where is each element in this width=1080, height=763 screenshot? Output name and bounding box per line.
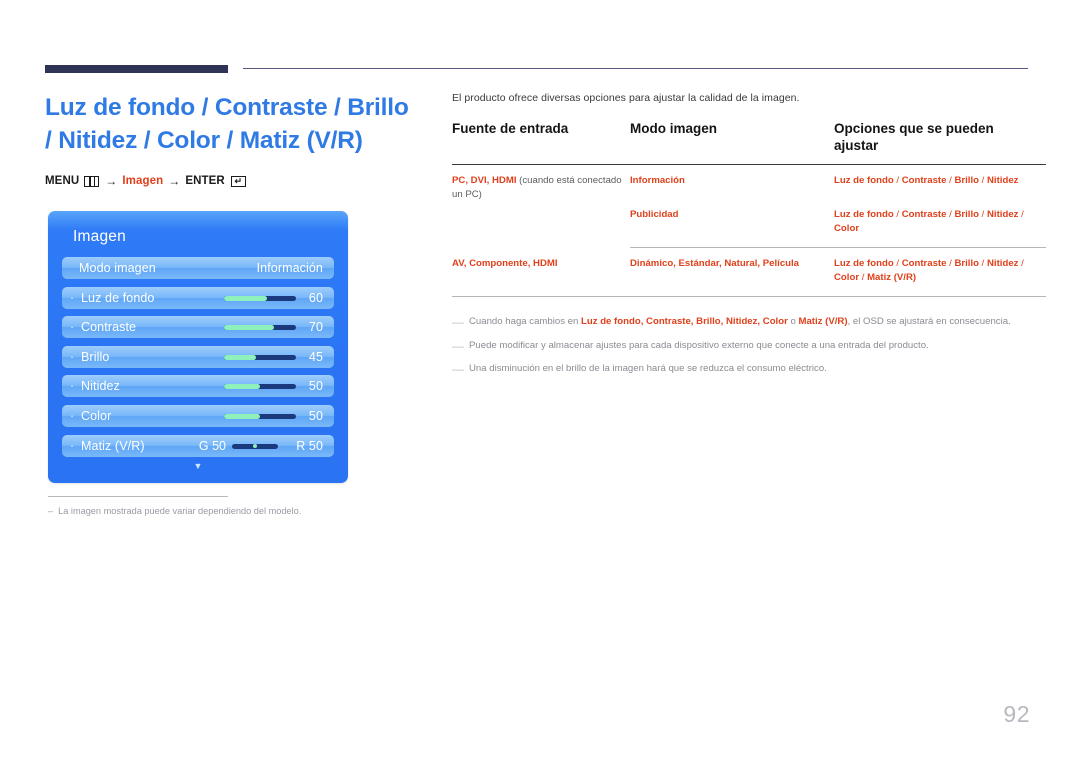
note-text: Una disminución en el brillo de la image… bbox=[469, 363, 827, 375]
notes-list: — Cuando haga cambios en Luz de fondo, C… bbox=[452, 315, 1028, 376]
cell-mode: Información bbox=[630, 164, 834, 199]
column-header-modo-imagen: Modo imagen bbox=[630, 121, 717, 136]
osd-row-label: Modo imagen bbox=[79, 261, 156, 275]
page-title: Luz de fondo / Contraste / Brillo / Niti… bbox=[45, 94, 409, 154]
note-dash: — bbox=[452, 362, 464, 377]
cell-options: Luz de fondo / Contraste / Brillo / Niti… bbox=[834, 198, 1046, 249]
osd-slider-fill bbox=[224, 295, 268, 301]
table-body: PC, DVI, HDMI (cuando está conectado un … bbox=[452, 164, 1046, 298]
footnote-dash: – bbox=[48, 506, 54, 516]
cell-mode: Publicidad bbox=[630, 198, 834, 249]
note-dash: — bbox=[452, 338, 464, 353]
osd-row-color[interactable]: · Color 50 bbox=[62, 404, 334, 427]
osd-slider-fill bbox=[224, 413, 260, 419]
note-terms: Luz de fondo, Contraste, Brillo, Nitidez… bbox=[581, 316, 788, 328]
footnote-rule bbox=[48, 496, 228, 497]
cell-options: Luz de fondo / Contraste / Brillo / Niti… bbox=[834, 247, 1046, 298]
osd-slider-track[interactable] bbox=[224, 413, 296, 419]
osd-row-modo-imagen[interactable]: Modo imagen Información bbox=[62, 257, 334, 279]
note-item: — Cuando haga cambios en Luz de fondo, C… bbox=[452, 315, 1028, 329]
note-mid: o bbox=[787, 316, 799, 328]
header-rule bbox=[45, 65, 1028, 73]
cell-mode-text: Información bbox=[630, 174, 685, 186]
table-row: AV, Componente, HDMI Dinámico, Estándar,… bbox=[452, 247, 1046, 298]
osd-row-label: Nitidez bbox=[81, 379, 120, 394]
cell-source-bold: PC, DVI, HDMI bbox=[452, 174, 517, 186]
note-text: Cuando haga cambios en Luz de fondo, Con… bbox=[469, 315, 1011, 329]
note-term-last: Matiz (V/R) bbox=[798, 316, 848, 328]
menu-label: MENU bbox=[45, 175, 80, 188]
intro-paragraph: El producto ofrece diversas opciones par… bbox=[452, 92, 800, 104]
menu-path-breadcrumb: MENU → Imagen → ENTER ↵ bbox=[45, 174, 415, 188]
osd-slider-fill bbox=[224, 354, 257, 360]
table-header-row: Fuente de entrada Modo imagen Opciones q… bbox=[452, 120, 1046, 165]
note-item: — Una disminución en el brillo de la ima… bbox=[452, 362, 1028, 376]
cell-options: Luz de fondo / Contraste / Brillo / Niti… bbox=[834, 164, 1046, 199]
note-dash: — bbox=[452, 315, 464, 330]
osd-row-contraste[interactable]: · Contraste 70 bbox=[62, 316, 334, 339]
footnote-text: La imagen mostrada puede variar dependie… bbox=[58, 506, 302, 516]
enter-return-icon: ↵ bbox=[230, 175, 246, 187]
cell-mode-text: Dinámico, Estándar, Natural, Película bbox=[630, 258, 800, 270]
cell-source: AV, Componente, HDMI bbox=[452, 247, 630, 298]
osd-row-label: Matiz (V/R) bbox=[81, 438, 145, 453]
left-footnote: – La imagen mostrada puede variar depend… bbox=[48, 496, 378, 518]
menu-grid-icon bbox=[84, 175, 100, 187]
header-rule-thick bbox=[45, 65, 228, 73]
osd-row-green-value: G 50 bbox=[198, 438, 226, 453]
cell-options-text: Luz de fondo / Contraste / Brillo / Niti… bbox=[834, 258, 1024, 284]
column-header-fuente-de-entrada: Fuente de entrada bbox=[452, 121, 569, 136]
osd-slider-fill bbox=[224, 325, 275, 331]
osd-slider-track[interactable] bbox=[224, 295, 296, 301]
osd-dual-slider-track[interactable] bbox=[232, 443, 278, 449]
left-column: Luz de fondo / Contraste / Brillo / Niti… bbox=[45, 92, 415, 188]
osd-row-value: 50 bbox=[308, 379, 323, 394]
osd-row-label: Brillo bbox=[81, 349, 110, 364]
osd-row-value: 45 bbox=[308, 349, 323, 364]
cell-source: PC, DVI, HDMI (cuando está conectado un … bbox=[452, 164, 630, 248]
note-item: — Puede modificar y almacenar ajustes pa… bbox=[452, 339, 1028, 353]
osd-preview-panel: Imagen Modo imagen Información · Luz de … bbox=[48, 211, 348, 483]
osd-row-nitidez[interactable]: · Nitidez 50 bbox=[62, 375, 334, 398]
osd-row-value: 60 bbox=[308, 290, 323, 305]
cell-options-text: Luz de fondo / Contraste / Brillo / Niti… bbox=[834, 174, 1019, 186]
osd-slider-track[interactable] bbox=[224, 354, 296, 360]
osd-slider-track[interactable] bbox=[224, 325, 296, 331]
osd-row-value: Información bbox=[256, 261, 323, 275]
page-number: 92 bbox=[1003, 701, 1030, 727]
osd-title: Imagen bbox=[73, 228, 126, 245]
menu-path-imagen: Imagen bbox=[122, 175, 164, 188]
osd-row-matiz[interactable]: · Matiz (V/R) G 50 R 50 bbox=[62, 434, 334, 457]
cell-source-bold: AV, Componente, HDMI bbox=[452, 257, 558, 269]
chevron-down-icon[interactable]: ▼ bbox=[48, 462, 348, 471]
osd-row-red-value: R 50 bbox=[296, 438, 323, 453]
osd-row-value: 50 bbox=[308, 408, 323, 423]
osd-slider-fill bbox=[224, 384, 260, 390]
note-prefix: Cuando haga cambios en bbox=[469, 316, 582, 328]
adjustable-options-table: Fuente de entrada Modo imagen Opciones q… bbox=[452, 120, 1046, 298]
table-row: PC, DVI, HDMI (cuando está conectado un … bbox=[452, 164, 1046, 200]
osd-row-value: 70 bbox=[308, 320, 323, 335]
note-text: Puede modificar y almacenar ajustes para… bbox=[469, 339, 929, 351]
osd-row-label: Luz de fondo bbox=[81, 290, 155, 305]
osd-row-label: Contraste bbox=[81, 320, 137, 335]
right-column: El producto ofrece diversas opciones par… bbox=[452, 92, 1046, 386]
table-head: Fuente de entrada Modo imagen Opciones q… bbox=[452, 120, 1046, 165]
cell-mode: Dinámico, Estándar, Natural, Película bbox=[630, 247, 834, 298]
osd-row-brillo[interactable]: · Brillo 45 bbox=[62, 345, 334, 368]
osd-row-list: Modo imagen Información · Luz de fondo 6… bbox=[62, 257, 334, 464]
arrow-right-icon-1: → bbox=[105, 174, 118, 189]
cell-options-text: Luz de fondo / Contraste / Brillo / Niti… bbox=[834, 208, 1024, 234]
footnote-item: – La imagen mostrada puede variar depend… bbox=[48, 505, 378, 518]
column-header-opciones: Opciones que se pueden ajustar bbox=[834, 121, 994, 154]
enter-label: ENTER bbox=[185, 175, 225, 188]
osd-row-label: Color bbox=[81, 408, 112, 423]
osd-slider-track[interactable] bbox=[224, 384, 296, 390]
arrow-right-icon-2: → bbox=[168, 174, 181, 189]
osd-dual-slider-thumb bbox=[253, 444, 257, 449]
cell-mode-text: Publicidad bbox=[630, 208, 679, 220]
osd-row-luz-de-fondo[interactable]: · Luz de fondo 60 bbox=[62, 286, 334, 309]
header-rule-thin bbox=[243, 68, 1028, 69]
note-suffix: , el OSD se ajustará en consecuencia. bbox=[847, 316, 1011, 328]
